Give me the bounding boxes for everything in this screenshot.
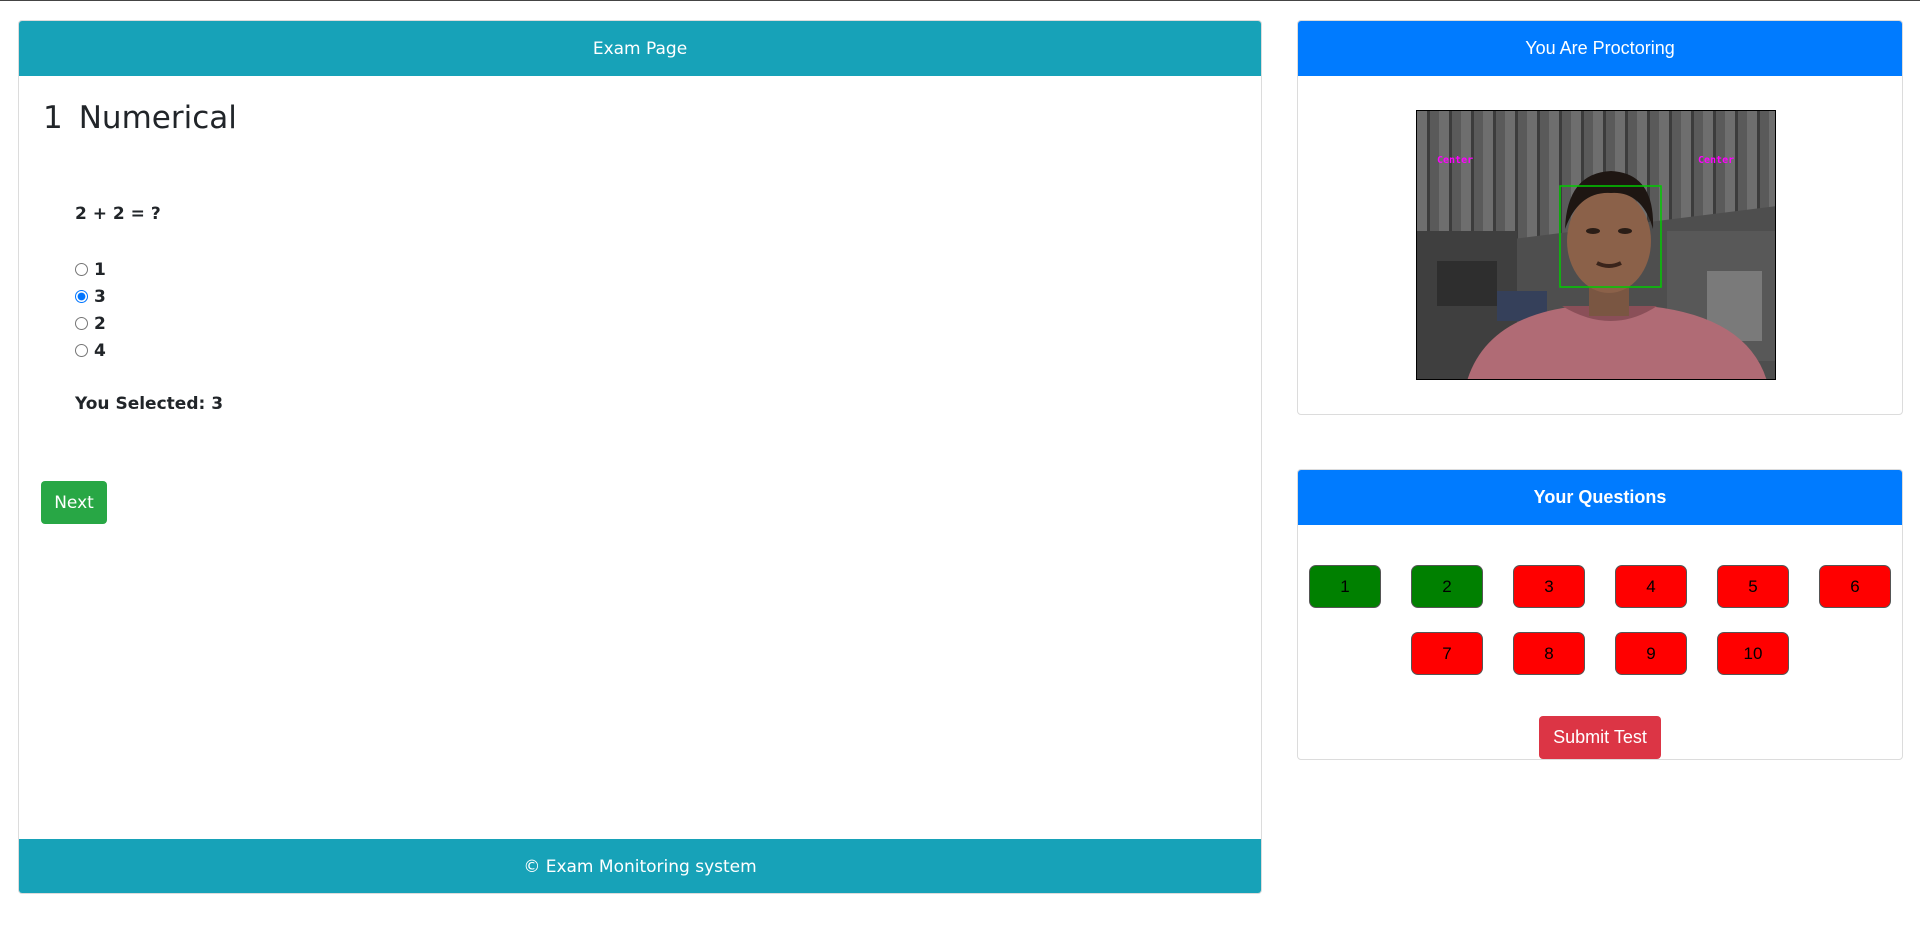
answer-option[interactable]: 2 <box>75 310 106 337</box>
question-nav-button[interactable]: 3 <box>1513 565 1585 608</box>
webcam-feed: Center Center <box>1416 110 1776 380</box>
answer-radio[interactable] <box>75 263 88 276</box>
questions-title: Your Questions <box>1533 487 1667 507</box>
question-nav-button[interactable]: 4 <box>1615 565 1687 608</box>
question-number: 1 <box>43 100 63 136</box>
exam-header-title: Exam Page <box>592 38 688 59</box>
answer-option-label: 2 <box>94 313 106 334</box>
selected-answer-text: You Selected: 3 <box>75 394 224 414</box>
top-border <box>0 0 1920 1</box>
question-nav-button[interactable]: 9 <box>1615 632 1687 675</box>
question-nav-button[interactable]: 2 <box>1411 565 1483 608</box>
questions-header: Your Questions <box>1298 470 1902 525</box>
answer-radio[interactable] <box>75 290 88 303</box>
question-nav-button[interactable]: 8 <box>1513 632 1585 675</box>
questions-card: Your Questions 1 2 3 4 5 6 7 8 9 10 Submit Test <box>1297 469 1903 760</box>
question-category: Numerical <box>78 100 237 136</box>
question-nav-button[interactable]: 1 <box>1309 565 1381 608</box>
exam-card: Exam Page 1 Numerical 2 + 2 = ? 1 3 2 4 <box>18 20 1262 894</box>
question-nav-button[interactable]: 6 <box>1819 565 1891 608</box>
exam-body: 1 Numerical 2 + 2 = ? 1 3 2 4 You Select… <box>19 76 1261 839</box>
next-button[interactable]: Next <box>41 481 107 524</box>
question-text: 2 + 2 = ? <box>75 204 161 224</box>
answer-options: 1 3 2 4 <box>75 256 106 364</box>
webcam-direction-label-left: Center <box>1437 155 1474 166</box>
footer-text: © Exam Monitoring system <box>523 856 757 877</box>
exam-header: Exam Page <box>19 21 1261 76</box>
question-nav-button[interactable]: 5 <box>1717 565 1789 608</box>
answer-option[interactable]: 1 <box>75 256 106 283</box>
submit-test-button[interactable]: Submit Test <box>1539 716 1661 759</box>
answer-option-label: 4 <box>94 340 106 361</box>
question-nav-button[interactable]: 7 <box>1411 632 1483 675</box>
answer-option-label: 1 <box>94 259 106 280</box>
question-nav-button[interactable]: 10 <box>1717 632 1789 675</box>
proctoring-title: You Are Proctoring <box>1525 38 1675 58</box>
exam-footer: © Exam Monitoring system <box>19 839 1261 893</box>
answer-radio[interactable] <box>75 344 88 357</box>
answer-option-label: 3 <box>94 286 106 307</box>
proctoring-card: You Are Proctoring Center Center <box>1297 20 1903 415</box>
answer-option[interactable]: 4 <box>75 337 106 364</box>
answer-radio[interactable] <box>75 317 88 330</box>
answer-option[interactable]: 3 <box>75 283 106 310</box>
webcam-image <box>1417 111 1775 379</box>
question-title: 1 Numerical <box>43 100 237 136</box>
proctoring-header: You Are Proctoring <box>1298 21 1902 76</box>
webcam-direction-label-right: Center <box>1698 155 1735 166</box>
